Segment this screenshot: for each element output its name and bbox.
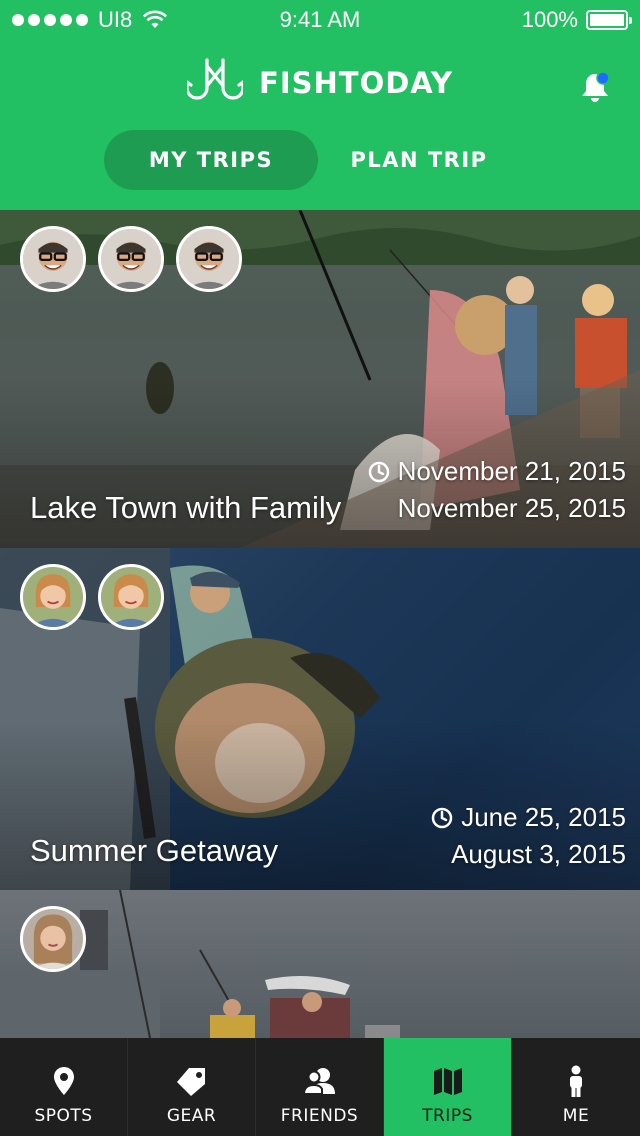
trip-dates: June 25, 2015 August 3, 2015 [431,799,626,873]
app-brand: FISHTODAY [0,58,640,108]
nav-label: ME [562,1106,590,1126]
app-header: UI8 9:41 AM 100% FISHTODAY MY TRIPS PLAN [0,0,640,210]
trip-start-date: November 21, 2015 [397,456,626,486]
trip-card[interactable] [0,890,640,1038]
avatar[interactable] [98,564,164,630]
avatar[interactable] [98,226,164,292]
trip-card[interactable]: Lake Town with Family November 21, 2015 … [0,210,640,548]
nav-label: TRIPS [422,1106,473,1126]
trip-title: Summer Getaway [30,833,279,868]
battery-icon [586,10,632,30]
nav-spots[interactable]: SPOTS [0,1038,128,1136]
nav-friends[interactable]: FRIENDS [256,1038,384,1136]
tab-my-trips[interactable]: MY TRIPS [104,130,318,190]
nav-label: SPOTS [34,1106,93,1126]
friends-icon [302,1068,335,1095]
clock-icon [368,461,389,482]
clock-icon [431,807,453,828]
map-icon [433,1068,462,1095]
trip-photo [0,890,400,1038]
tab-plan-trip[interactable]: PLAN TRIP [322,130,516,190]
trip-participants [20,226,242,292]
nav-label: GEAR [166,1106,217,1126]
avatar[interactable] [176,226,242,292]
trip-end-date: November 25, 2015 [397,493,626,523]
trip-participants [20,906,86,972]
trip-participants [20,564,164,630]
notification-bell-icon[interactable] [578,70,612,104]
fishhook-logo-icon [187,58,244,100]
app-name: FISHTODAY [259,66,453,100]
trip-tabs: MY TRIPS PLAN TRIP [0,130,640,190]
nav-gear[interactable]: GEAR [128,1038,256,1136]
trip-start-date: June 25, 2015 [461,802,626,832]
nav-trips[interactable]: TRIPS [384,1038,512,1136]
nav-me[interactable]: ME [512,1038,640,1136]
nav-label: FRIENDS [280,1106,359,1126]
person-icon [570,1065,582,1097]
map-pin-icon [53,1067,74,1095]
status-bar: UI8 9:41 AM 100% [0,0,640,40]
bottom-navigation: SPOTS GEAR FRIENDS TRIPS ME [0,1038,640,1136]
battery-percent: 100% [521,7,578,32]
avatar[interactable] [20,564,86,630]
tag-icon [176,1068,205,1096]
trip-card[interactable]: Summer Getaway June 25, 2015 August 3, 2… [0,548,640,890]
avatar[interactable] [20,226,86,292]
trip-end-date: August 3, 2015 [451,839,626,869]
avatar[interactable] [20,906,86,972]
status-right: 100% [521,7,632,33]
trip-dates: November 21, 2015 November 25, 2015 [368,453,626,527]
trip-title: Lake Town with Family [30,490,342,525]
